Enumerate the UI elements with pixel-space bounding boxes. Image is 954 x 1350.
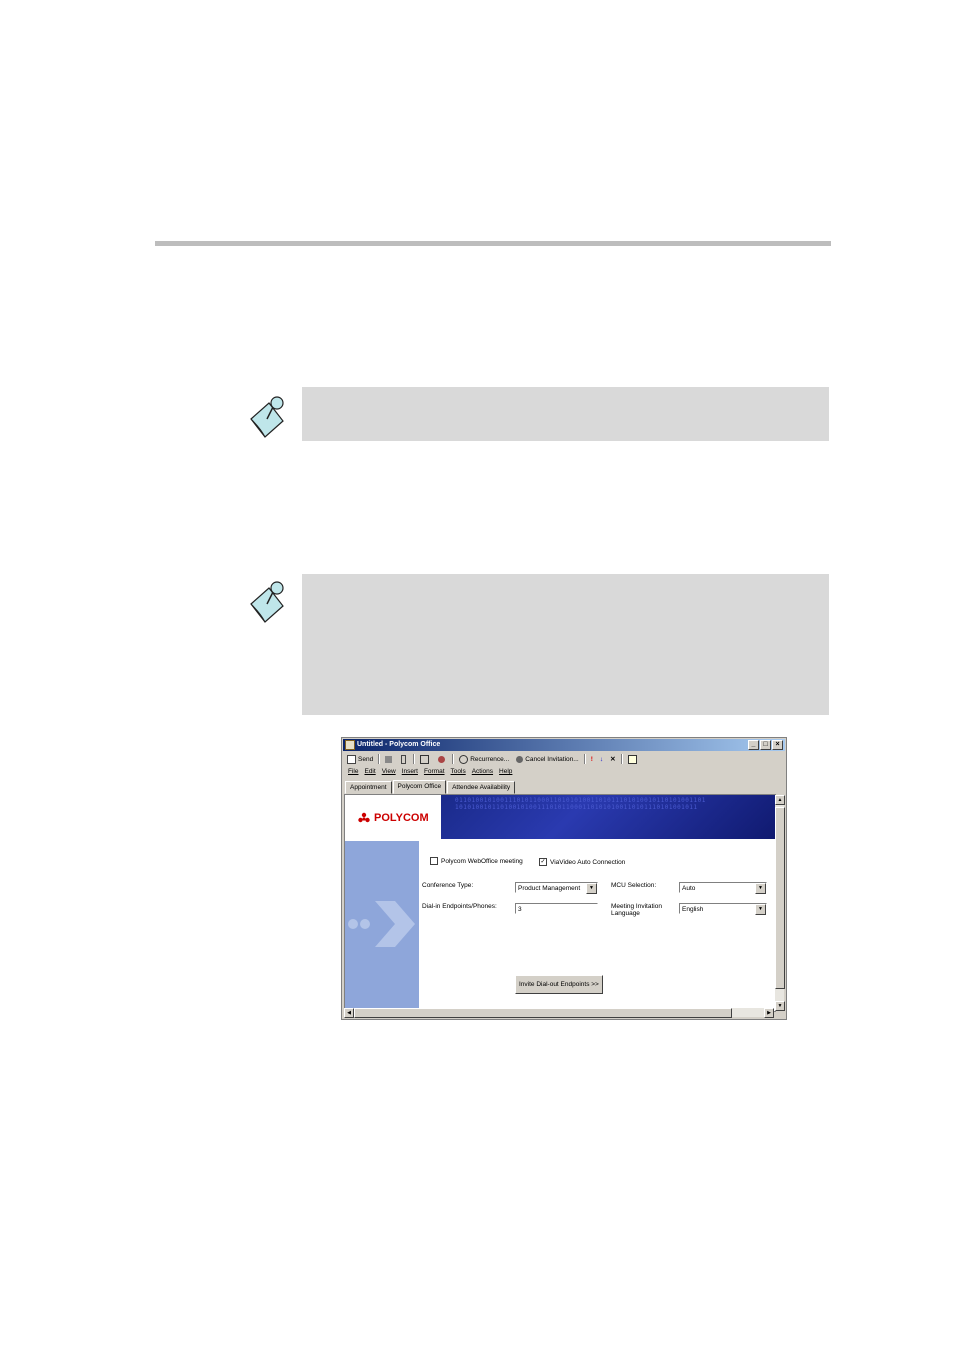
title-bar: Untitled - Polycom Office _ □ ×: [343, 739, 785, 751]
dropdown-arrow-icon[interactable]: ▼: [755, 904, 766, 915]
weboffice-checkbox-box[interactable]: [430, 857, 438, 865]
note-box: [302, 574, 829, 715]
polycom-logo: POLYCOM: [357, 811, 429, 825]
conference-type-label: Conference Type:: [422, 882, 474, 889]
tab-appointment[interactable]: Appointment: [345, 781, 392, 794]
low-importance-button[interactable]: ↓: [598, 754, 605, 765]
polycom-office-pane: 0110100101001110101100011010101001101011…: [344, 794, 776, 1012]
scroll-up-arrow-icon[interactable]: ▲: [775, 795, 785, 805]
dropdown-arrow-icon[interactable]: ▼: [755, 883, 766, 894]
close-button[interactable]: ×: [772, 740, 783, 750]
conference-settings-form: Polycom WebOffice meeting ✓ ViaVideo Aut…: [419, 841, 767, 1011]
toolbar-separator: [452, 754, 455, 764]
horizontal-scroll-thumb[interactable]: [354, 1008, 732, 1018]
scroll-right-arrow-icon[interactable]: ▶: [764, 1008, 774, 1018]
conference-type-select[interactable]: Product Management ▼: [515, 882, 598, 894]
binary-line-1: 0110100101001110101100011010101001101011…: [455, 797, 706, 804]
exclamation-icon: !: [590, 755, 593, 763]
help-icon: [627, 754, 637, 764]
recurrence-label: Recurrence...: [470, 755, 510, 763]
check-names-button[interactable]: [436, 754, 449, 765]
viavideo-auto-connection-checkbox[interactable]: ✓ ViaVideo Auto Connection: [539, 858, 625, 866]
cancel-invitation-button[interactable]: Cancel Invitation...: [514, 754, 580, 765]
menu-file[interactable]: File: [348, 768, 358, 775]
note-pin-icon: [250, 396, 284, 438]
meeting-language-label: Meeting Invitation Language: [611, 903, 662, 917]
menu-view[interactable]: View: [382, 768, 396, 775]
menu-edit[interactable]: Edit: [364, 768, 375, 775]
viavideo-checkbox-box[interactable]: ✓: [539, 858, 547, 866]
send-button[interactable]: Send: [345, 754, 375, 765]
toolbar-separator: [620, 754, 623, 764]
menu-bar: File Edit View Insert Format Tools Actio…: [348, 768, 512, 775]
binary-line-2: 1010100101101001010011101011000110101010…: [455, 804, 698, 811]
polycom-banner: 0110100101001110101100011010101001101011…: [345, 795, 775, 839]
dialin-endpoints-input[interactable]: 3: [515, 903, 598, 914]
toolbar-separator: [413, 754, 416, 764]
help-button[interactable]: [626, 754, 641, 765]
tab-attendee-availability[interactable]: Attendee Availability: [447, 781, 516, 794]
horizontal-scrollbar[interactable]: ◀ ▶: [344, 1008, 774, 1018]
arrow-down-icon: ↓: [599, 755, 604, 763]
meeting-language-select[interactable]: English ▼: [679, 903, 767, 915]
vertical-scrollbar[interactable]: ▲ ▼: [775, 795, 785, 1011]
polycom-office-window: Untitled - Polycom Office _ □ × Send Rec…: [341, 737, 787, 1020]
banner-binary-text: 0110100101001110101100011010101001101011…: [455, 797, 773, 811]
minimize-button[interactable]: _: [748, 740, 759, 750]
address-book-icon: [420, 754, 430, 764]
polycom-logo-text: POLYCOM: [374, 812, 429, 824]
header-rule: [155, 241, 831, 246]
mcu-selection-select[interactable]: Auto ▼: [679, 882, 767, 894]
weboffice-meeting-checkbox[interactable]: Polycom WebOffice meeting: [430, 857, 523, 865]
scroll-thumb[interactable]: [775, 807, 785, 989]
menu-actions[interactable]: Actions: [472, 768, 493, 775]
menu-tools[interactable]: Tools: [451, 768, 466, 775]
scroll-left-arrow-icon[interactable]: ◀: [344, 1008, 354, 1018]
menu-insert[interactable]: Insert: [402, 768, 418, 775]
print-button[interactable]: [383, 754, 396, 765]
delete-button[interactable]: ✕: [608, 754, 617, 765]
scroll-down-arrow-icon[interactable]: ▼: [775, 1001, 785, 1011]
dialin-endpoints-label: Dial-in Endpoints/Phones:: [422, 903, 497, 910]
menu-format[interactable]: Format: [424, 768, 445, 775]
toolbar-separator: [583, 754, 586, 764]
tab-strip: Appointment Polycom Office Attendee Avai…: [345, 780, 516, 794]
tab-polycom-office[interactable]: Polycom Office: [392, 780, 447, 794]
toolbar: Send Recurrence... Cancel Invitation... …: [345, 753, 641, 765]
weboffice-checkbox-label: Polycom WebOffice meeting: [441, 857, 523, 865]
send-icon: [347, 754, 356, 764]
conference-type-value: Product Management: [518, 885, 581, 892]
recurrence-icon: [459, 754, 469, 764]
window-title: Untitled - Polycom Office: [357, 741, 441, 748]
note-pin-icon: [250, 581, 284, 623]
viavideo-checkbox-label: ViaVideo Auto Connection: [550, 858, 626, 866]
paperclip-icon: [401, 754, 407, 764]
chevron-right-icon: [348, 901, 415, 947]
decorative-left-panel: [345, 841, 419, 1011]
send-label: Send: [358, 755, 374, 763]
mcu-selection-value: Auto: [682, 885, 696, 892]
check-names-icon: [438, 755, 446, 763]
note-box: [302, 387, 829, 441]
address-book-button[interactable]: [418, 754, 433, 765]
polycom-logo-icon: [358, 812, 370, 823]
toolbar-separator: [378, 754, 381, 764]
recurrence-button[interactable]: Recurrence...: [457, 754, 511, 765]
mcu-selection-label: MCU Selection:: [611, 882, 657, 889]
invite-dialout-endpoints-button[interactable]: Invite Dial-out Endpoints >>: [515, 975, 603, 994]
delete-x-icon: ✕: [610, 756, 616, 763]
menu-help[interactable]: Help: [499, 768, 512, 775]
meeting-language-value: English: [682, 906, 704, 913]
cancel-invitation-label: Cancel Invitation...: [525, 755, 579, 763]
cancel-invitation-icon: [516, 755, 524, 763]
maximize-button[interactable]: □: [760, 740, 771, 750]
high-importance-button[interactable]: !: [589, 754, 595, 765]
print-icon: [385, 755, 393, 763]
dropdown-arrow-icon[interactable]: ▼: [586, 883, 597, 894]
app-icon: [345, 740, 355, 750]
attach-button[interactable]: [399, 754, 410, 765]
